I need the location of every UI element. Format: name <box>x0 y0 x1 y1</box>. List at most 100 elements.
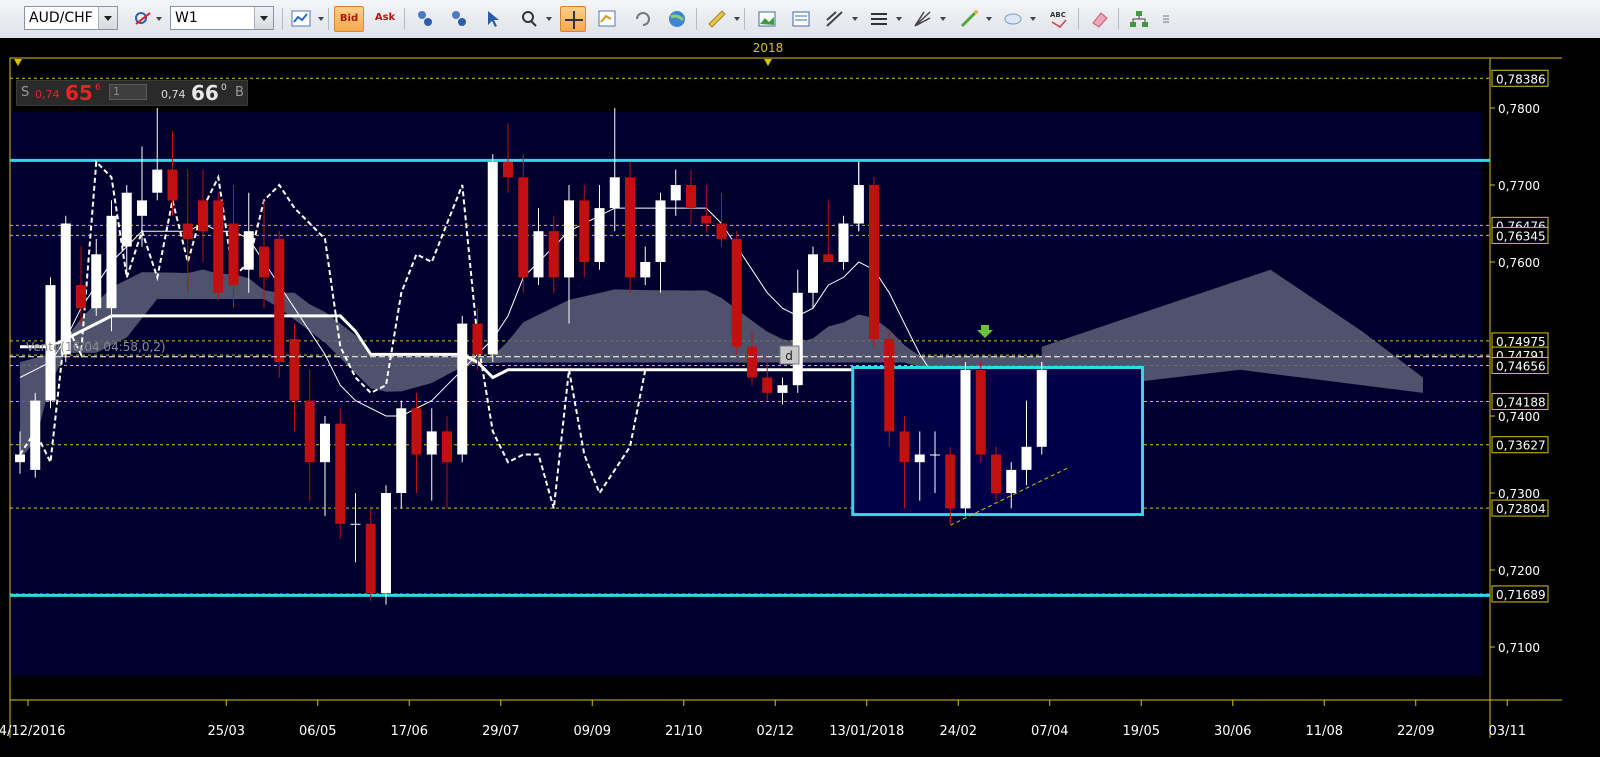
chart-style-icon[interactable] <box>130 6 156 32</box>
symbol-select[interactable]: AUD/CHF <box>24 6 118 30</box>
date-tick-label: 24/02 <box>940 724 977 739</box>
toolbar: AUD/CHF W1 Bid Ask ABC <box>0 0 1600 39</box>
quote-panel: S 0,74 65 6 1 0,74 66 0 B <box>16 80 248 106</box>
horizontal-lines-icon[interactable] <box>866 6 892 32</box>
candle-body <box>853 185 864 224</box>
level-label: 0,74188 <box>1496 396 1546 410</box>
candle-body <box>762 377 773 393</box>
separator <box>282 8 283 30</box>
candle-body <box>975 369 986 455</box>
chevron-down-icon[interactable] <box>896 17 902 21</box>
plot-area <box>10 112 1482 676</box>
candle-body <box>335 423 346 524</box>
network-icon[interactable] <box>412 6 438 32</box>
separator <box>404 8 405 30</box>
chevron-down-icon[interactable] <box>734 17 740 21</box>
sell-price-big[interactable]: 65 <box>65 81 93 105</box>
chevron-down-icon[interactable] <box>986 17 992 21</box>
date-tick-label: 25/03 <box>208 724 245 739</box>
date-tick-label: 03/11 <box>1489 724 1526 739</box>
price-tick-label: 0,7400 <box>1498 410 1540 424</box>
bid-button[interactable]: Bid <box>334 6 364 32</box>
chart-properties-icon[interactable] <box>594 6 620 32</box>
candle-body <box>899 431 910 463</box>
template-icon[interactable] <box>788 6 814 32</box>
lot-input[interactable]: 1 <box>109 84 147 100</box>
refresh-icon[interactable] <box>630 6 656 32</box>
separator <box>328 8 329 30</box>
chevron-down-icon[interactable] <box>156 17 162 21</box>
candle-body <box>914 454 925 463</box>
drawing-line-icon[interactable] <box>822 6 848 32</box>
candle-body <box>655 200 666 262</box>
separator <box>744 8 745 30</box>
candle-body <box>243 231 254 270</box>
candle-body <box>518 177 529 278</box>
candle-body <box>686 185 696 209</box>
date-tick-label: 09/09 <box>574 724 611 739</box>
candle-body <box>304 400 315 463</box>
candle-body <box>487 161 498 355</box>
chevron-down-icon[interactable] <box>546 17 552 21</box>
candle-body <box>274 238 285 363</box>
ruler-icon[interactable] <box>704 6 730 32</box>
indicator-icon[interactable] <box>288 6 314 32</box>
price-tick-label: 0,7800 <box>1498 102 1540 116</box>
candle-body <box>472 323 483 355</box>
text-icon[interactable]: ABC <box>1046 6 1072 32</box>
sell-price-sup: 6 <box>95 83 101 93</box>
price-chart[interactable]: 2018 0,783860,764760,763450,749750,74791… <box>0 38 1600 757</box>
chevron-down-icon[interactable] <box>1030 17 1036 21</box>
date-tick-label: 06/05 <box>299 724 336 739</box>
candle-body <box>747 346 757 378</box>
globe-icon[interactable] <box>664 6 690 32</box>
candle-body <box>198 200 208 232</box>
network-icon[interactable] <box>446 6 472 32</box>
more-icon[interactable] <box>1158 6 1174 32</box>
chevron-down-icon[interactable] <box>940 17 946 21</box>
chevron-down-icon[interactable] <box>318 17 324 21</box>
candle-body <box>777 385 788 393</box>
candle-body <box>152 169 163 193</box>
separator <box>1078 8 1079 30</box>
separator <box>1118 8 1119 30</box>
timeframe-select[interactable]: W1 <box>170 6 274 30</box>
date-tick-label: 21/10 <box>665 724 702 739</box>
image-icon[interactable] <box>754 6 780 32</box>
buy-prefix[interactable]: 0,74 <box>161 88 186 101</box>
network-icon[interactable] <box>1126 6 1152 32</box>
pencil-icon[interactable] <box>956 6 982 32</box>
chevron-down-icon[interactable] <box>852 17 858 21</box>
symbol-value: AUD/CHF <box>29 10 93 26</box>
level-label: 0,78386 <box>1496 72 1546 86</box>
pitchfork-icon[interactable] <box>910 6 936 32</box>
candle-body <box>213 200 224 293</box>
candle-body <box>30 400 41 470</box>
ellipse-icon[interactable] <box>1000 6 1026 32</box>
date-tick-label: 29/07 <box>482 724 519 739</box>
zoom-icon[interactable] <box>516 6 542 32</box>
chevron-down-icon[interactable] <box>254 7 273 29</box>
candle-body <box>167 169 178 201</box>
sell-letter: S <box>21 85 30 100</box>
order-label[interactable]: Vente(16/04 04:58,0,2) <box>26 340 166 354</box>
buy-price-big[interactable]: 66 <box>191 81 219 105</box>
sell-prefix[interactable]: 0,74 <box>35 88 60 101</box>
candle-body <box>457 323 468 455</box>
chevron-down-icon[interactable] <box>98 7 117 29</box>
level-label: 0,72804 <box>1496 502 1546 516</box>
timeframe-value: W1 <box>175 10 198 26</box>
cursor-icon[interactable] <box>480 6 506 32</box>
crosshair-icon[interactable] <box>560 6 586 32</box>
year-bar <box>10 38 1562 58</box>
candle-body <box>960 369 971 509</box>
price-tick-label: 0,7200 <box>1498 564 1540 578</box>
eraser-icon[interactable] <box>1086 6 1112 32</box>
level-label: 0,73627 <box>1496 439 1546 453</box>
candle-body <box>503 161 513 178</box>
buy-price-sup: 0 <box>221 83 227 93</box>
candle-body <box>91 254 102 309</box>
candle-body <box>945 454 956 509</box>
ask-button[interactable]: Ask <box>370 6 400 32</box>
candle-body <box>670 185 681 201</box>
